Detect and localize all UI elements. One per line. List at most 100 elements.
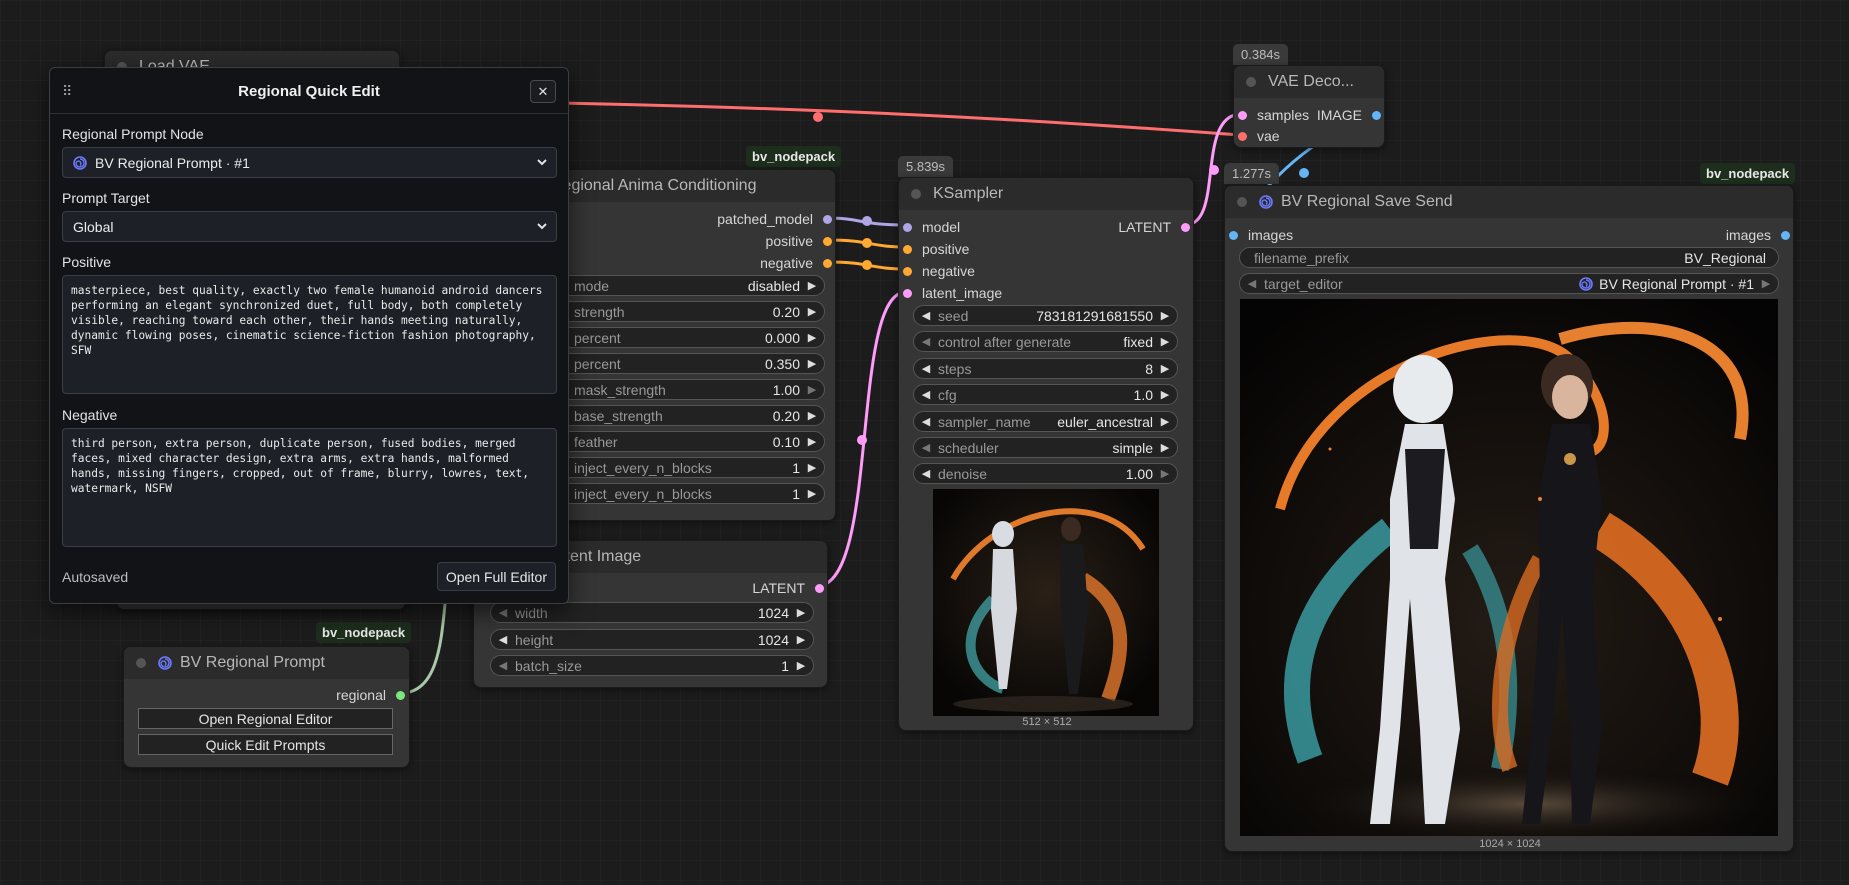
preview-size-caption: 1024 × 1024 [1479, 838, 1541, 850]
execution-time-badge: 1.277s [1224, 163, 1280, 184]
node-graph-canvas[interactable]: Load VAE device default bv_nodepack BV R… [0, 0, 1849, 885]
dialog-title: Regional Quick Edit [238, 83, 380, 100]
slot-dot[interactable] [903, 266, 912, 276]
output-slot-latent[interactable]: LATENT [752, 579, 824, 597]
batch-size-widget[interactable]: ◀ batch_size 1 ▶ [490, 655, 814, 676]
slot-dot[interactable] [903, 222, 912, 232]
regional-save-send-node[interactable]: BV Regional Save Send images images file… [1224, 185, 1794, 852]
output-slot-images[interactable]: images [1726, 226, 1790, 244]
slot-dot[interactable] [1238, 131, 1247, 141]
ksampler-node[interactable]: KSampler model positive negative latent_… [898, 177, 1194, 731]
positive-label: Positive [62, 254, 112, 270]
node-title-text: KSampler [933, 185, 1004, 202]
mode-widget[interactable]: ◀modedisabled▶ [549, 275, 825, 296]
slot-dot[interactable] [1181, 222, 1190, 232]
output-slot-positive[interactable]: positive [766, 232, 832, 250]
node-title-text: BV Regional Prompt [180, 654, 325, 671]
node-title-text: Regional Anima Conditioning [551, 177, 757, 194]
width-widget[interactable]: ◀ width 1024 ▶ [490, 602, 814, 623]
negative-prompt-textarea[interactable]: third person, extra person, duplicate pe… [62, 428, 557, 547]
control-after-generate-widget[interactable]: ◀ control after generate fixed ▶ [913, 331, 1178, 352]
input-slot-samples[interactable]: samples [1238, 106, 1309, 124]
nodepack-badge: bv_nodepack [1700, 163, 1796, 184]
open-regional-editor-button[interactable]: Open Regional Editor [138, 708, 393, 729]
close-button[interactable]: ✕ [530, 80, 556, 103]
output-slot-image[interactable]: IMAGE [1317, 106, 1381, 124]
slot-dot[interactable] [823, 214, 832, 224]
dancers-thumbnail [933, 489, 1159, 716]
height-widget[interactable]: ◀ height 1024 ▶ [490, 629, 814, 650]
output-slot-regional[interactable]: regional [336, 686, 405, 704]
collapse-dot-icon[interactable] [911, 189, 921, 199]
open-full-editor-button[interactable]: Open Full Editor [436, 562, 556, 591]
steps-widget[interactable]: ◀ steps 8 ▶ [913, 358, 1178, 379]
scheduler-widget[interactable]: ◀ scheduler simple ▶ [913, 437, 1178, 458]
target-editor-widget[interactable]: ◀ target_editor BV Regional Prompt · #1 ▶ [1239, 273, 1779, 294]
prompt-target-select[interactable]: Global [62, 211, 557, 242]
input-slot-images[interactable]: images [1229, 226, 1293, 244]
input-slot-latent-image[interactable]: latent_image [903, 284, 1002, 302]
sampler-name-widget[interactable]: ◀ sampler_name euler_ancestral ▶ [913, 411, 1178, 432]
spiral-icon [158, 656, 172, 670]
vae-decode-node[interactable]: VAE Deco... samples vae IMAGE [1233, 65, 1385, 148]
regional-prompt-node[interactable]: BV Regional Prompt regional Open Regiona… [123, 646, 410, 768]
seed-widget[interactable]: ◀ seed 783181291681550 ▶ [913, 305, 1178, 326]
vae-decode-title: VAE Deco... [1234, 66, 1384, 98]
slot-dot[interactable] [1229, 230, 1238, 240]
nodepack-badge: bv_nodepack [746, 146, 842, 167]
input-slot-vae[interactable]: vae [1238, 127, 1280, 145]
anima-title: Regional Anima Conditioning [537, 170, 835, 202]
spiral-icon [73, 155, 87, 170]
spiral-icon [1579, 276, 1593, 291]
autosave-status: Autosaved [62, 569, 129, 585]
sampler-preview-image[interactable] [933, 489, 1159, 716]
save-send-title: BV Regional Save Send [1225, 186, 1793, 218]
slot-dot[interactable] [823, 258, 832, 268]
anima-conditioning-node[interactable]: Regional Anima Conditioning patched_mode… [536, 169, 836, 521]
start-percent-widget[interactable]: ◀percent0.000▶ [549, 327, 825, 348]
output-slot-latent[interactable]: LATENT [1118, 218, 1190, 236]
input-slot-negative[interactable]: negative [903, 262, 975, 280]
dialog-header[interactable]: ⠿ Regional Quick Edit ✕ [50, 68, 568, 114]
inject-every-n-blocks-widget-2[interactable]: ◀inject_every_n_blocks1▶ [549, 483, 825, 504]
strength-widget[interactable]: ◀strength0.20▶ [549, 301, 825, 322]
ksampler-title: KSampler [899, 178, 1193, 210]
input-slot-model[interactable]: model [903, 218, 960, 236]
slot-dot[interactable] [823, 236, 832, 246]
cfg-widget[interactable]: ◀ cfg 1.0 ▶ [913, 384, 1178, 405]
regional-node-select[interactable]: BV Regional Prompt · #1 [62, 147, 557, 178]
regional-quick-edit-dialog[interactable]: ⠿ Regional Quick Edit ✕ Regional Prompt … [49, 67, 569, 604]
slot-dot[interactable] [903, 244, 912, 254]
dancers-image [1240, 299, 1778, 836]
nodepack-badge: bv_nodepack [316, 622, 412, 643]
quick-edit-prompts-button[interactable]: Quick Edit Prompts [138, 734, 393, 755]
slot-dot[interactable] [815, 583, 824, 593]
collapse-dot-icon[interactable] [136, 658, 146, 668]
filename-prefix-widget[interactable]: filename_prefix BV_Regional [1239, 247, 1779, 268]
collapse-dot-icon[interactable] [1246, 77, 1256, 87]
slot-dot[interactable] [1781, 230, 1790, 240]
output-slot-patched-model[interactable]: patched_model [717, 210, 832, 228]
input-slot-positive[interactable]: positive [903, 240, 969, 258]
slot-dot[interactable] [1238, 110, 1247, 120]
positive-prompt-textarea[interactable]: masterpiece, best quality, exactly two f… [62, 275, 557, 394]
base-strength-widget[interactable]: ◀base_strength0.20▶ [549, 405, 825, 426]
node-title-text: VAE Deco... [1268, 73, 1354, 90]
target-select-label: Prompt Target [62, 190, 150, 206]
output-preview-image[interactable] [1240, 299, 1778, 836]
feather-widget[interactable]: ◀feather0.10▶ [549, 431, 825, 452]
spiral-icon [1259, 195, 1273, 209]
collapse-dot-icon[interactable] [1237, 197, 1247, 207]
node-select-label: Regional Prompt Node [62, 126, 204, 142]
slot-dot[interactable] [903, 288, 912, 298]
negative-label: Negative [62, 407, 118, 423]
slot-dot[interactable] [1372, 110, 1381, 120]
chevron-down-icon [537, 159, 547, 166]
chevron-down-icon [537, 223, 547, 230]
denoise-widget[interactable]: ◀ denoise 1.00 ▶ [913, 463, 1178, 484]
slot-dot[interactable] [396, 690, 405, 700]
mask-strength-widget[interactable]: ◀mask_strength1.00▶ [549, 379, 825, 400]
end-percent-widget[interactable]: ◀percent0.350▶ [549, 353, 825, 374]
output-slot-negative[interactable]: negative [760, 254, 832, 272]
inject-every-n-blocks-widget[interactable]: ◀inject_every_n_blocks1▶ [549, 457, 825, 478]
